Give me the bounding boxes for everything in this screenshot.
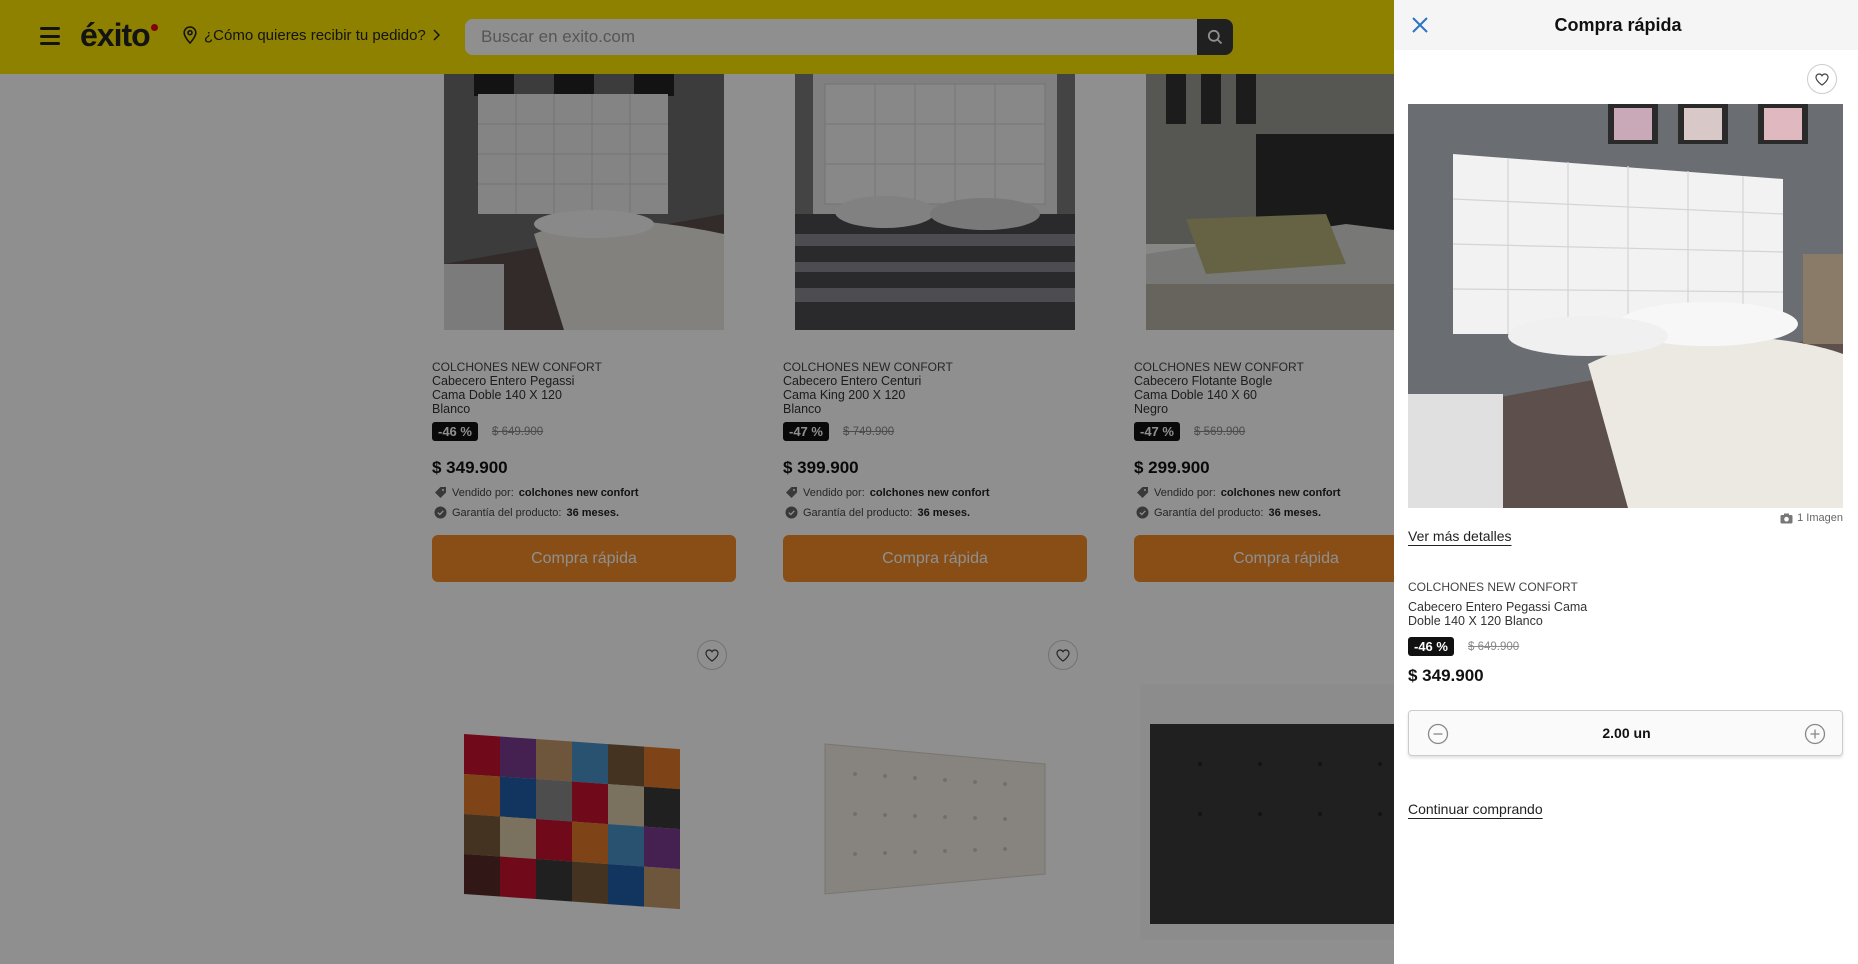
quantity-value[interactable]: 2.00 un bbox=[1409, 725, 1844, 741]
continue-shopping-link[interactable]: Continuar comprando bbox=[1408, 801, 1543, 817]
favorite-button[interactable] bbox=[1807, 64, 1837, 94]
image-count: 1 Imagen bbox=[1780, 512, 1843, 524]
camera-icon bbox=[1780, 513, 1793, 523]
page: éxito ¿Cómo quieres recibir tu pedido? B… bbox=[0, 0, 1858, 964]
product-name: Cabecero Entero Pegassi Cama Doble 140 X… bbox=[1408, 600, 1648, 628]
drawer-header: Compra rápida bbox=[1394, 0, 1858, 50]
plus-icon[interactable] bbox=[1804, 723, 1826, 745]
quantity-stepper: 2.00 un bbox=[1408, 710, 1843, 756]
modal-backdrop[interactable] bbox=[0, 0, 1394, 964]
product-price: $ 349.900 bbox=[1408, 666, 1484, 685]
discount-badge: -46 % bbox=[1408, 637, 1454, 656]
product-brand: COLCHONES NEW CONFORT bbox=[1408, 580, 1578, 594]
product-main-image[interactable] bbox=[1408, 104, 1843, 508]
old-price: $ 649.900 bbox=[1468, 641, 1520, 653]
image-count-label: 1 Imagen bbox=[1797, 512, 1843, 524]
heart-icon bbox=[1815, 72, 1829, 86]
product-name-line: Cabecero Entero Pegassi Cama bbox=[1408, 600, 1588, 614]
product-name-line: Doble 140 X 120 Blanco bbox=[1408, 614, 1543, 628]
quick-buy-drawer: Compra rápida 1 Imagen Ver más detalles … bbox=[1394, 0, 1858, 964]
drawer-title: Compra rápida bbox=[1554, 15, 1682, 35]
view-details-link[interactable]: Ver más detalles bbox=[1408, 528, 1512, 544]
